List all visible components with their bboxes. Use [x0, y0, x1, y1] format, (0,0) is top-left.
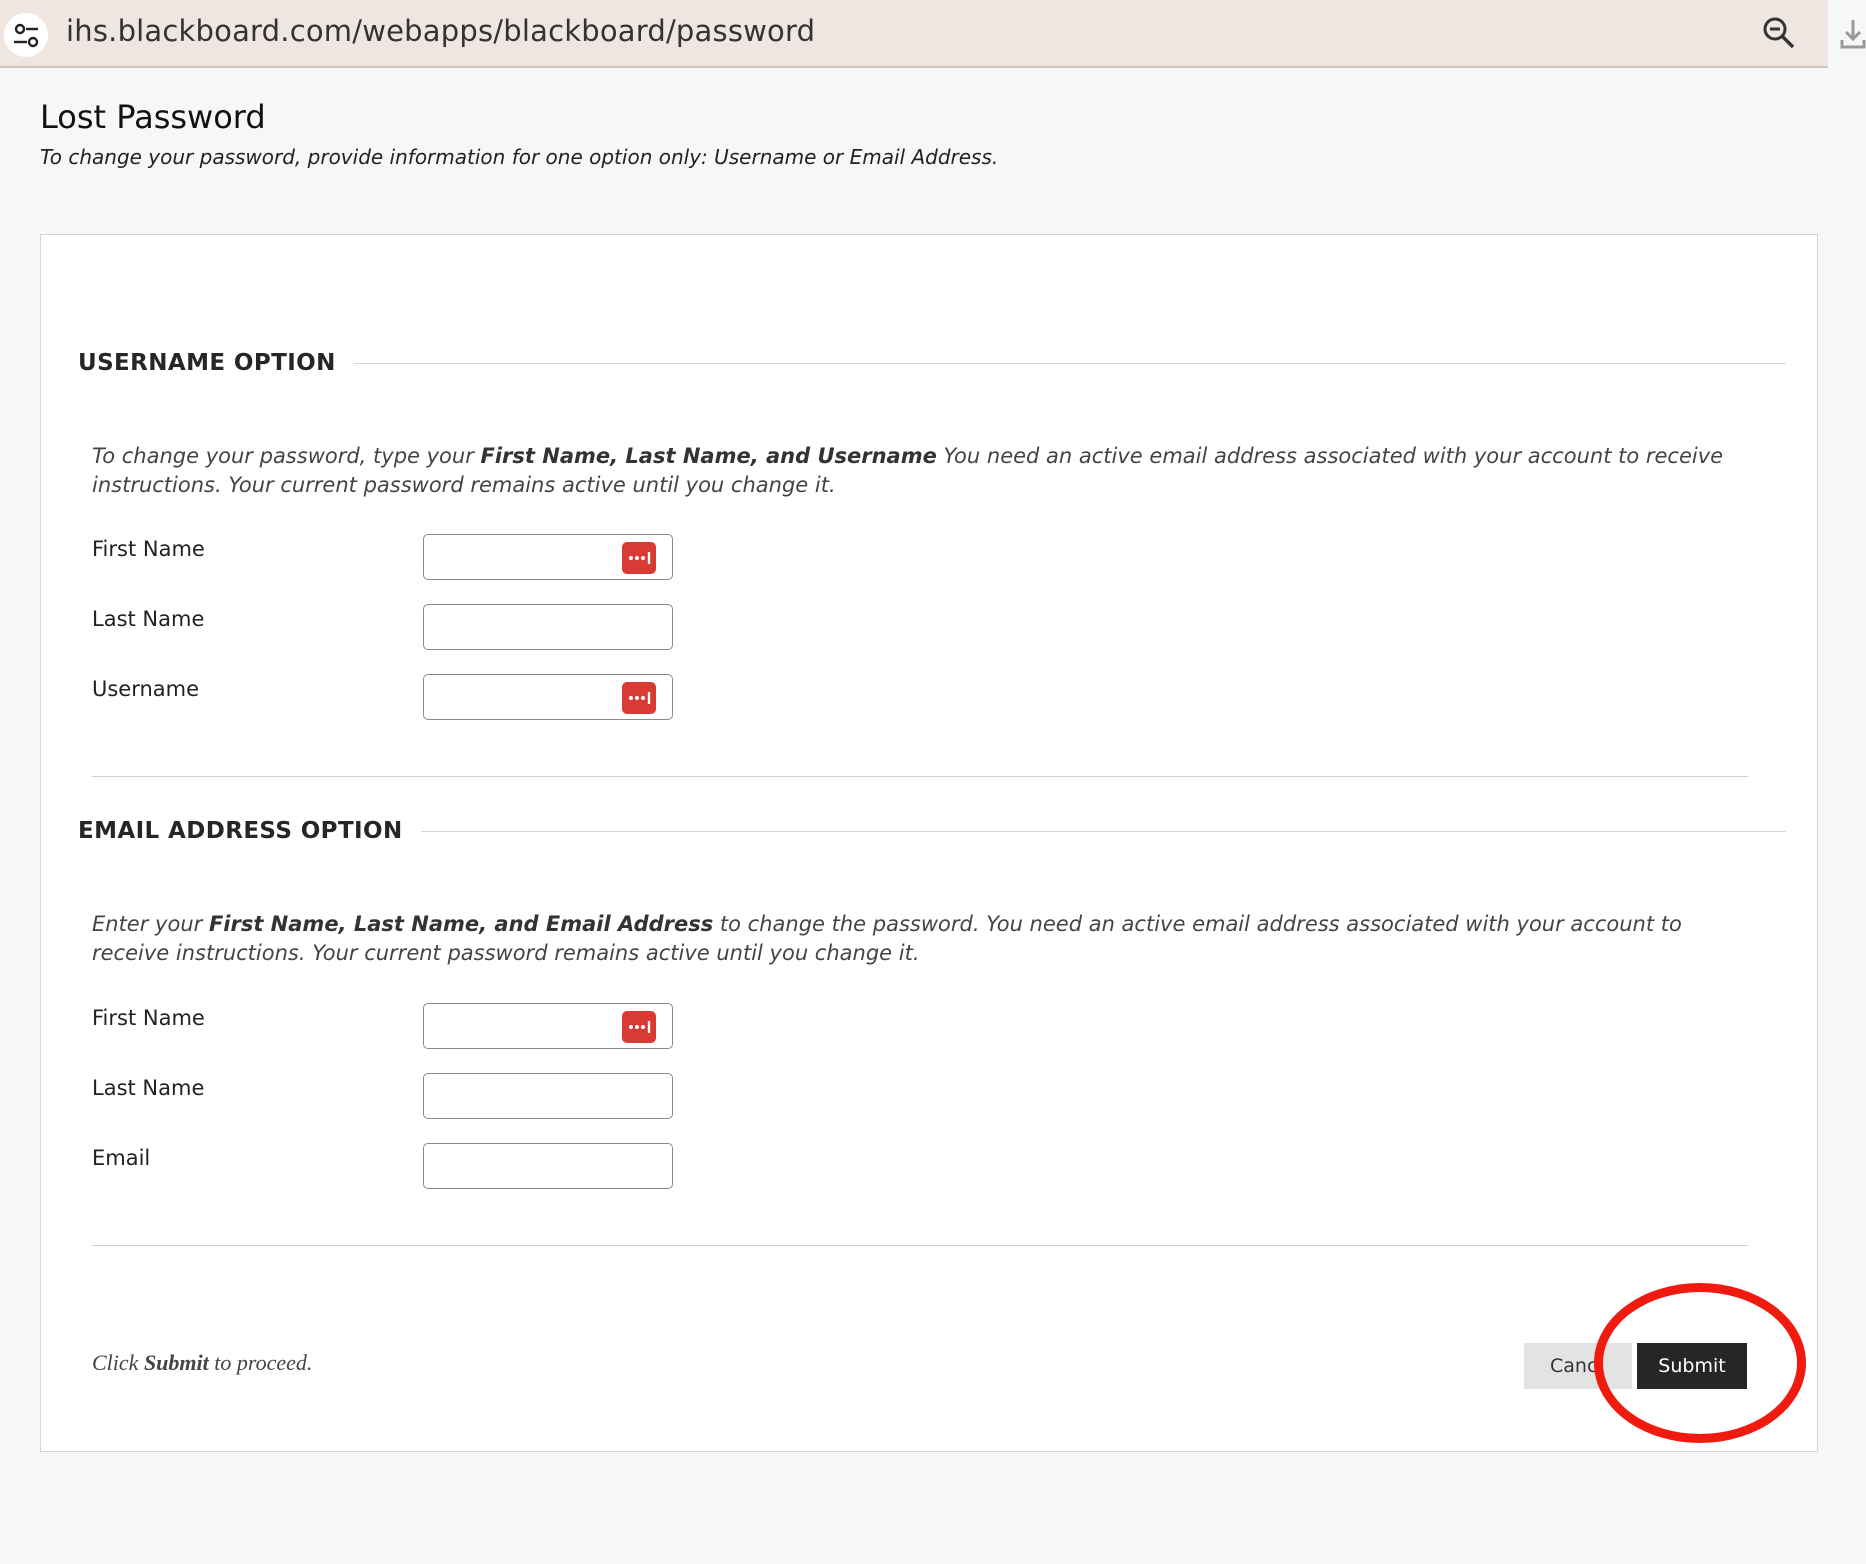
username-username-label: Username: [92, 677, 200, 701]
username-firstname-label: First Name: [92, 537, 205, 561]
browser-address-bar[interactable]: ihs.blackboard.com/webapps/blackboard/pa…: [0, 0, 1866, 68]
email-email-input[interactable]: [423, 1143, 673, 1189]
username-lastname-input[interactable]: [423, 604, 673, 650]
email-option-instructions: Enter your First Name, Last Name, and Em…: [92, 912, 1682, 965]
page-title: Lost Password: [40, 98, 266, 136]
email-lastname-input[interactable]: [423, 1073, 673, 1119]
highlight-annotation: [1594, 1283, 1806, 1443]
zoom-out-icon[interactable]: [1762, 16, 1796, 50]
password-manager-icon[interactable]: [622, 682, 656, 714]
download-icon[interactable]: [1840, 18, 1866, 50]
site-settings-icon[interactable]: [4, 13, 48, 57]
username-lastname-label: Last Name: [92, 607, 205, 631]
page-subtitle: To change your password, provide informa…: [40, 145, 999, 169]
email-firstname-label: First Name: [92, 1006, 205, 1030]
url-text[interactable]: ihs.blackboard.com/webapps/blackboard/pa…: [66, 14, 815, 48]
username-option-heading: USERNAME OPTION: [78, 350, 354, 376]
section-divider: [92, 776, 1748, 777]
password-manager-icon[interactable]: [622, 1011, 656, 1043]
email-lastname-label: Last Name: [92, 1076, 205, 1100]
username-option-instructions: To change your password, type your First…: [92, 444, 1724, 497]
proceed-instruction: Click Submit to proceed.: [92, 1350, 313, 1375]
email-email-label: Email: [92, 1146, 151, 1170]
email-option-heading: EMAIL ADDRESS OPTION: [78, 818, 421, 844]
password-manager-icon[interactable]: [622, 542, 656, 574]
section-divider: [92, 1245, 1748, 1246]
